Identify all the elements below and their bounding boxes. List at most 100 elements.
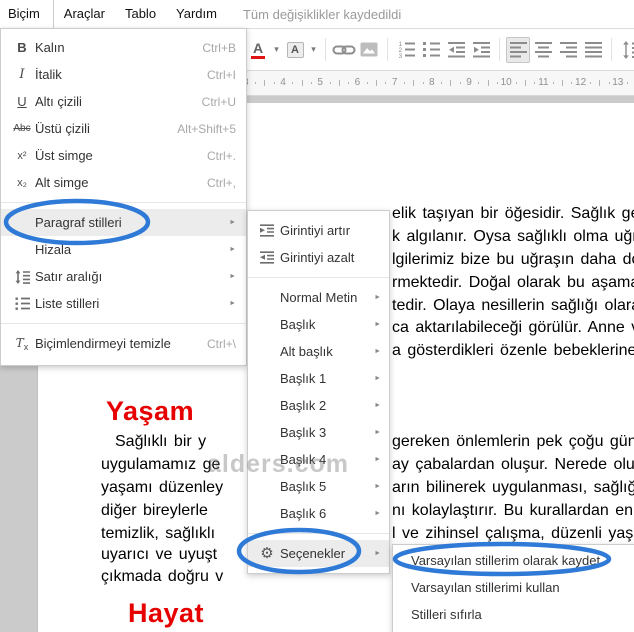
ruler-number: 13 <box>612 77 624 88</box>
align-right-icon[interactable] <box>556 37 580 63</box>
document-text-line: ca aktarılabileceği görülür. Anne ve <box>392 319 634 336</box>
ruler-number: 8 <box>429 77 435 88</box>
menubar: Biçim Araçlar Tablo Yardım Tüm değişiklikle… <box>0 0 634 29</box>
ruler-tick <box>524 79 526 86</box>
line-spacing-icon <box>9 269 35 284</box>
menu-item-satır-aralığı[interactable]: Satır aralığı ► <box>1 263 246 290</box>
document-text-line: temizlik, sağlıklı <box>101 525 216 542</box>
menu-item-biçimlendirmeyi-temizle[interactable]: Tx Biçimlendirmeyi temizle Ctrl+\ <box>1 330 246 357</box>
increase-indent-icon[interactable] <box>469 37 493 63</box>
menu-item-başlık-2[interactable]: Başlık 2 ► <box>248 392 389 419</box>
ruler-number: 9 <box>466 77 472 88</box>
menu-item-girintiyi-azalt[interactable]: Girintiyi azalt <box>248 244 389 271</box>
menu-item-i-talik[interactable]: I İtalik Ctrl+I <box>1 61 246 88</box>
menu-item-alt-başlık[interactable]: Alt başlık ► <box>248 338 389 365</box>
ruler-tick <box>385 82 387 84</box>
align-center-icon[interactable] <box>531 37 555 63</box>
options-submenu: Varsayılan stillerim olarak kaydet Varsay… <box>392 544 634 632</box>
highlight-color-icon[interactable]: A <box>283 37 307 63</box>
menu-item-stilleri-sıfırla[interactable]: Stilleri sıfırla <box>393 601 634 628</box>
toolbar-separator <box>499 38 500 61</box>
bulleted-list-icon[interactable] <box>419 37 443 63</box>
menu-item-label: Altı çizili <box>35 94 82 109</box>
menu-item-kalın[interactable]: B Kalın Ctrl+B <box>1 34 246 61</box>
ruler-tick <box>413 79 415 86</box>
ruler-tick <box>255 82 257 84</box>
menu-item-normal-metin[interactable]: Normal Metin ► <box>248 284 389 311</box>
menu-item-paragraf-stilleri[interactable]: Paragraf stilleri ► <box>1 209 246 236</box>
menu-separator <box>248 277 389 278</box>
menu-item-label: Başlık 3 <box>280 425 327 440</box>
menu-item-label: Başlık 5 <box>280 479 327 494</box>
menu-item-label: Girintiyi azalt <box>280 250 355 265</box>
menu-item-label: Alt simge <box>35 175 89 190</box>
menu-item-başlık[interactable]: Başlık ► <box>248 311 389 338</box>
menu-item-başlık-6[interactable]: Başlık 6 ► <box>248 500 389 527</box>
menu-tablo[interactable]: Tablo <box>115 0 166 28</box>
menu-item-üst-simge[interactable]: x² Üst simge Ctrl+. <box>1 142 246 169</box>
menu-separator <box>1 202 246 203</box>
ruler-tick <box>599 79 601 86</box>
ruler-tick <box>459 82 461 84</box>
document-text-line: gereken önlemlerin pek çoğu gün <box>392 433 634 450</box>
submenu-arrow-icon: ► <box>374 375 381 382</box>
menu-item-girintiyi-artır[interactable]: Girintiyi artır <box>248 217 389 244</box>
menu-item-label: Girintiyi artır <box>280 223 351 238</box>
menu-yardım[interactable]: Yardım <box>166 0 227 28</box>
document-text-line: tedir. Olaya nesillerin sağlığı olarak <box>392 297 634 314</box>
align-left-icon[interactable] <box>506 36 530 63</box>
document-text-line: elik taşıyan bir öğesidir. Sağlık gene <box>392 205 634 222</box>
menu-item-başlık-1[interactable]: Başlık 1 ► <box>248 365 389 392</box>
menu-araçlar[interactable]: Araçlar <box>54 0 115 28</box>
insert-link-icon[interactable] <box>332 37 356 63</box>
ruler-tick <box>348 82 350 84</box>
toolbar-separator <box>611 38 612 61</box>
menu-item-başlık-3[interactable]: Başlık 3 ► <box>248 419 389 446</box>
ruler-tick <box>310 82 312 84</box>
document-text-line: rmektedir. Doğal olarak bu aşamad <box>392 274 634 291</box>
document-text-line: arın bilinerek uygulanması, sağlığı <box>392 479 634 496</box>
watermark: alders.com <box>207 450 350 478</box>
menu-item-hizala[interactable]: Hizala ► <box>1 236 246 263</box>
menu-item-seçenekler[interactable]: ⚙ Seçenekler ► <box>248 540 389 567</box>
submenu-arrow-icon: ► <box>374 429 381 436</box>
document-text-line: a gösterdikleri özenle bebeklerine s <box>392 342 634 359</box>
document-text-line: yaşamı düzenley <box>101 479 224 496</box>
text-color-icon[interactable]: A <box>246 37 270 63</box>
submenu-arrow-icon: ► <box>229 219 236 226</box>
menu-item-label: Hizala <box>35 242 72 257</box>
submenu-arrow-icon: ► <box>374 402 381 409</box>
menu-item-varsayılan-stillerim-olarak-kaydet[interactable]: Varsayılan stillerim olarak kaydet <box>393 547 634 574</box>
menu-item-label: Stilleri sıfırla <box>411 607 482 622</box>
superscript-icon: x² <box>17 149 27 162</box>
text-color-dropdown[interactable]: ▾ <box>271 37 282 63</box>
list-styles-icon <box>9 297 35 310</box>
menu-item-alt-simge[interactable]: x₂ Alt simge Ctrl+, <box>1 169 246 196</box>
menu-item-label: Varsayılan stillerimi kullan <box>411 580 560 595</box>
menu-item-label: Paragraf stilleri <box>35 215 122 230</box>
ruler-tick <box>403 82 405 84</box>
insert-image-icon[interactable] <box>357 37 381 63</box>
strikethrough-icon: Abc <box>13 123 31 134</box>
numbered-list-icon[interactable]: 123 <box>394 37 418 63</box>
menu-item-altı-çizili[interactable]: U Altı çizili Ctrl+U <box>1 88 246 115</box>
menu-separator <box>248 533 389 534</box>
line-spacing-icon[interactable] <box>618 37 634 63</box>
menu-item-varsayılan-stillerimi-kullan[interactable]: Varsayılan stillerimi kullan <box>393 574 634 601</box>
menu-biçim[interactable]: Biçim <box>0 0 54 28</box>
menu-item-liste-stilleri[interactable]: Liste stilleri ► <box>1 290 246 317</box>
menu-item-üstü-çizili[interactable]: Abc Üstü çizili Alt+Shift+5 <box>1 115 246 142</box>
submenu-arrow-icon: ► <box>374 483 381 490</box>
ruler-tick <box>422 82 424 84</box>
menu-item-label: Kalın <box>35 40 65 55</box>
ruler-tick <box>496 82 498 84</box>
ruler-tick <box>292 82 294 84</box>
submenu-arrow-icon: ► <box>374 348 381 355</box>
decrease-indent-icon[interactable] <box>444 37 468 63</box>
ruler-tick <box>441 82 443 84</box>
menu-item-label: Satır aralığı <box>35 269 103 284</box>
highlight-color-dropdown[interactable]: ▾ <box>308 37 319 63</box>
document-text-line: lgilerimiz bize bu uğraşın daha doğr <box>392 251 634 268</box>
align-justify-icon[interactable] <box>581 37 605 63</box>
ruler-tick <box>552 82 554 84</box>
